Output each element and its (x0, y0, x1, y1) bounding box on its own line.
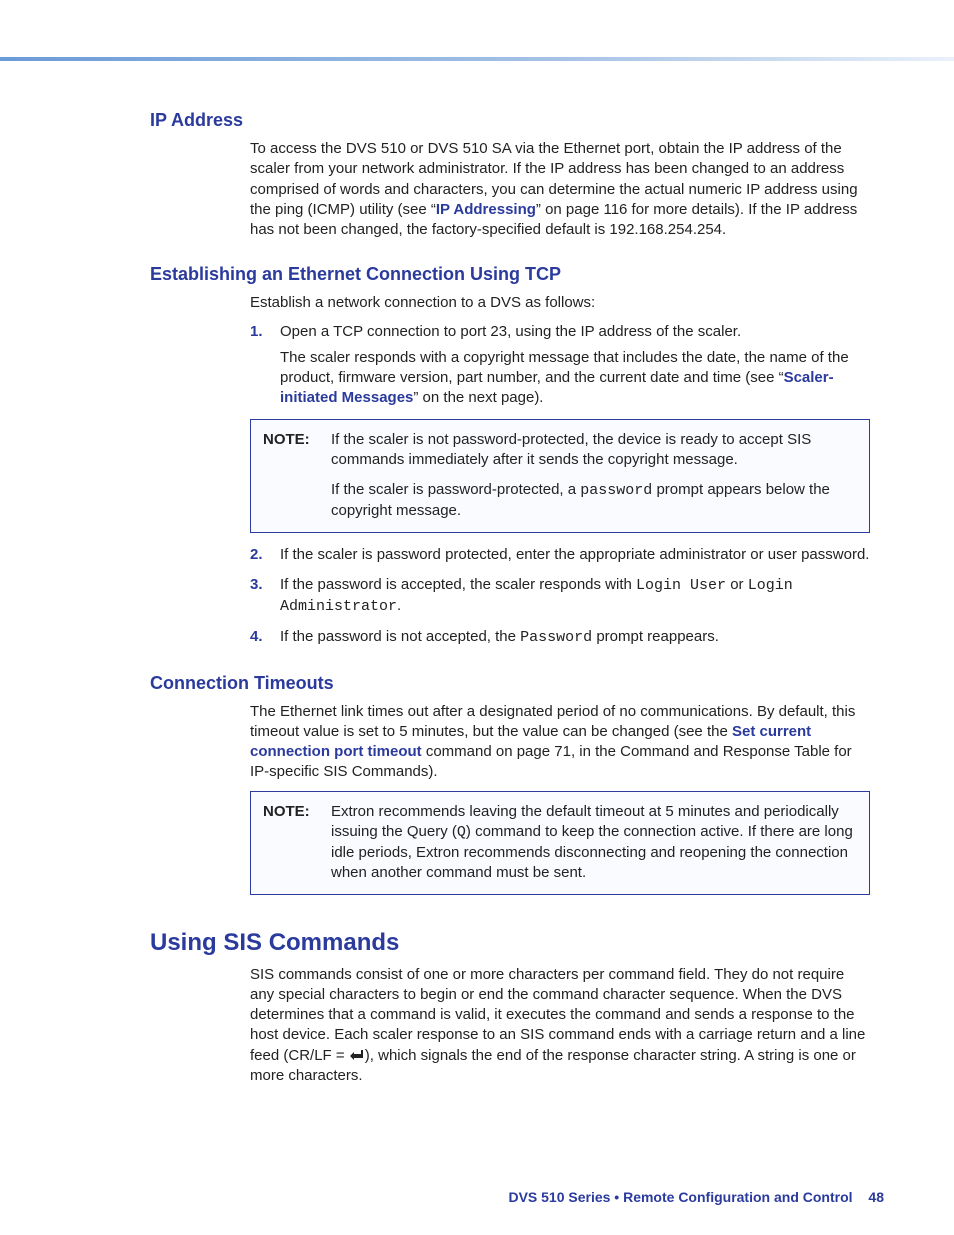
mono-q-command: Q (457, 824, 466, 841)
header-gradient-bar (0, 57, 954, 61)
footer-page-number: 48 (868, 1189, 884, 1205)
text: The scaler responds with a copyright mes… (280, 349, 849, 386)
note-label: NOTE: (263, 430, 321, 471)
heading-connection-timeouts: Connection Timeouts (150, 673, 870, 694)
ip-address-paragraph: To access the DVS 510 or DVS 510 SA via … (250, 139, 870, 240)
footer-title: DVS 510 Series • Remote Configuration an… (508, 1189, 852, 1205)
list-item: 2. If the scaler is password protected, … (250, 545, 870, 565)
text: ” on the next page). (413, 389, 543, 406)
note-label: NOTE: (263, 802, 321, 884)
page-footer: DVS 510 Series • Remote Configuration an… (508, 1189, 884, 1205)
text: If the password is accepted, the scaler … (280, 576, 636, 593)
timeouts-paragraph: The Ethernet link times out after a desi… (250, 702, 870, 783)
using-sis-paragraph: SIS commands consist of one or more char… (250, 965, 870, 1087)
list-item: 3. If the password is accepted, the scal… (250, 575, 870, 618)
text: If the scaler is not password-protected,… (331, 430, 857, 471)
mono-password: password (580, 482, 652, 499)
link-ip-addressing[interactable]: IP Addressing (436, 201, 536, 218)
establishing-steps-cont: 2. If the scaler is password protected, … (250, 545, 870, 649)
step-number: 3. (250, 575, 263, 595)
text: or (726, 576, 748, 593)
heading-ip-address: IP Address (150, 110, 870, 131)
using-sis-body: SIS commands consist of one or more char… (250, 965, 870, 1087)
heading-establishing-tcp: Establishing an Ethernet Connection Usin… (150, 264, 870, 285)
return-icon (349, 1050, 365, 1062)
list-item: 4. If the password is not accepted, the … (250, 627, 870, 648)
mono-login-user: Login User (636, 577, 726, 594)
spacer (263, 480, 321, 522)
text: Establish a network connection to a DVS … (250, 293, 870, 313)
heading-using-sis-commands: Using SIS Commands (150, 929, 870, 957)
text: If the password is accepted, the scaler … (280, 576, 793, 614)
note-box-password: NOTE: If the scaler is not password-prot… (250, 419, 870, 533)
list-item: 1. Open a TCP connection to port 23, usi… (250, 322, 870, 409)
establishing-intro: Establish a network connection to a DVS … (250, 293, 870, 313)
note-box-timeout: NOTE: Extron recommends leaving the defa… (250, 791, 870, 895)
step-number: 2. (250, 545, 263, 565)
step-number: 1. (250, 322, 263, 342)
step-number: 4. (250, 627, 263, 647)
timeouts-body: The Ethernet link times out after a desi… (250, 702, 870, 783)
text: Open a TCP connection to port 23, using … (280, 323, 741, 340)
ip-address-body: To access the DVS 510 or DVS 510 SA via … (250, 139, 870, 240)
text: . (397, 597, 401, 614)
mono-password-prompt: Password (520, 629, 592, 646)
text: If the scaler is password-protected, a p… (331, 480, 857, 522)
establishing-steps: 1. Open a TCP connection to port 23, usi… (250, 322, 870, 409)
text: Extron recommends leaving the default ti… (331, 802, 857, 884)
text: If the scaler is password protected, ent… (280, 546, 869, 563)
text: If the scaler is password-protected, a (331, 481, 580, 498)
page-content: IP Address To access the DVS 510 or DVS … (150, 110, 870, 1094)
text: If the password is not accepted, the Pas… (280, 628, 719, 645)
step1-response-paragraph: The scaler responds with a copyright mes… (280, 348, 870, 409)
text: If the password is not accepted, the (280, 628, 520, 645)
text: prompt reappears. (592, 628, 719, 645)
